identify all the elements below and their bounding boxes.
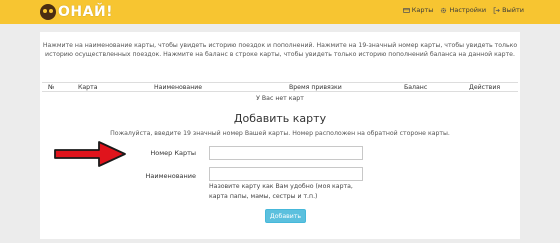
nav-settings[interactable]: Настройки xyxy=(440,6,486,14)
cards-hint: Нажмите на наименование карты, чтобы уви… xyxy=(0,41,560,59)
logout-icon xyxy=(493,6,500,14)
logo-text: ОНАЙ! xyxy=(58,4,114,20)
nav-cards[interactable]: Карты xyxy=(402,6,434,14)
nav-settings-label: Настройки xyxy=(449,6,487,14)
nav-cards-label: Карты xyxy=(411,6,434,14)
card-name-help: Назовите карту как Вам удобно (моя карта… xyxy=(209,183,353,200)
add-card-instruction: Пожалуйста, введите 19 значный номер Ваш… xyxy=(110,130,450,137)
card-icon xyxy=(402,7,410,13)
column-balance: Баланс xyxy=(404,84,428,91)
cards-hint-line2: историю осуществленных поездок. Нажмите … xyxy=(45,51,515,58)
column-number: № xyxy=(48,84,55,91)
top-nav: Карты Настройки Выйти xyxy=(402,6,524,14)
add-card-button[interactable]: Добавить xyxy=(265,209,306,223)
cards-table-header: № Карта Наименование Время привязки Бала… xyxy=(42,82,518,92)
column-bind-time: Время привязки xyxy=(289,84,342,91)
card-name-input[interactable] xyxy=(209,167,363,181)
column-card: Карта xyxy=(78,84,98,91)
column-actions: Действия xyxy=(469,84,501,91)
empty-table-message: У Вас нет карт xyxy=(256,95,304,102)
top-bar: ОНАЙ! Карты Настройки Выйти xyxy=(0,0,560,24)
add-card-title: Добавить карту xyxy=(233,112,327,125)
nav-logout-label: Выйти xyxy=(502,6,524,14)
card-name-label: Наименование xyxy=(145,172,196,180)
logo[interactable]: ОНАЙ! xyxy=(40,3,113,21)
cards-hint-line1: Нажмите на наименование карты, чтобы уви… xyxy=(42,42,518,49)
nav-logout[interactable]: Выйти xyxy=(493,6,524,14)
gear-icon xyxy=(441,7,447,13)
red-arrow-annotation xyxy=(54,141,126,167)
card-number-input[interactable] xyxy=(209,146,363,160)
logo-mascot-icon xyxy=(40,4,56,20)
card-number-label: Номер Карты xyxy=(150,149,196,157)
column-name: Наименование xyxy=(154,84,203,91)
